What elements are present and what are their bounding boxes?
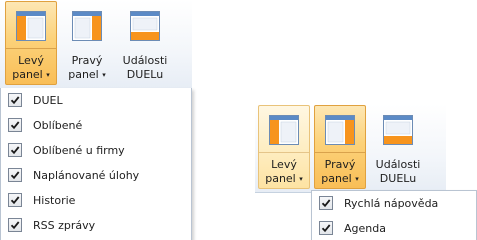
right-panel-icon	[325, 115, 355, 145]
right-panel-button[interactable]: Pravý panel ▾	[314, 105, 366, 189]
menu-item-label: Naplánované úlohy	[33, 169, 140, 182]
checkmark-icon	[10, 221, 20, 230]
left-panel-icon	[269, 115, 299, 145]
checkbox[interactable]	[8, 218, 22, 232]
left-panel-label-line1: Levý	[271, 158, 297, 171]
ribbon-panel-group: Levý panel ▾ Pravý panel ▾ Události DUEL…	[255, 104, 446, 193]
checkmark-icon	[10, 196, 20, 205]
checkbox[interactable]	[8, 193, 22, 207]
split-separator	[259, 152, 309, 153]
menu-item-label: Oblíbené	[33, 119, 83, 132]
events-panel-icon	[130, 11, 160, 41]
left-panel-label-line2[interactable]: panel ▾	[6, 68, 56, 82]
right-panel-label-line2-text: panel	[68, 68, 99, 81]
menu-item-duel[interactable]: DUEL	[1, 88, 191, 113]
split-separator	[315, 152, 365, 153]
menu-item-label: Oblíbené u firmy	[33, 144, 125, 157]
dropdown-arrow-icon: ▾	[355, 175, 359, 183]
menu-item-scheduled-tasks[interactable]: Naplánované úlohy	[1, 163, 191, 188]
checkmark-icon	[10, 121, 20, 130]
checkmark-icon	[10, 96, 20, 105]
checkbox[interactable]	[8, 93, 22, 107]
checkbox[interactable]	[8, 168, 22, 182]
menu-item-label: Rychlá nápověda	[344, 197, 439, 210]
duel-events-label-line1: Události	[122, 54, 168, 67]
left-panel-dropdown-menu: DUEL Oblíbené Oblíbené u firmy Naplánova…	[0, 88, 192, 240]
split-separator	[6, 48, 56, 49]
checkmark-icon	[10, 146, 20, 155]
duel-events-label-line2: DUELu	[379, 172, 417, 185]
right-panel-icon	[72, 11, 102, 41]
checkmark-icon	[321, 224, 331, 233]
menu-item-label: Agenda	[344, 222, 386, 235]
menu-item-history[interactable]: Historie	[1, 188, 191, 213]
right-panel-label-line1: Pravý	[71, 54, 103, 67]
checkbox[interactable]	[319, 221, 333, 235]
dropdown-arrow-icon: ▾	[46, 71, 50, 79]
dropdown-arrow-icon: ▾	[299, 175, 303, 183]
duel-events-button[interactable]: Události DUELu	[369, 105, 427, 189]
checkmark-icon	[321, 199, 331, 208]
right-panel-label-line1: Pravý	[324, 158, 356, 171]
right-panel-button[interactable]: Pravý panel ▾	[61, 1, 113, 85]
duel-events-button[interactable]: Události DUELu	[116, 1, 174, 85]
checkbox[interactable]	[319, 196, 333, 210]
right-panel-label-line2[interactable]: panel ▾	[315, 172, 365, 186]
dropdown-arrow-icon: ▾	[102, 71, 106, 79]
left-panel-label-line2[interactable]: panel ▾	[259, 172, 309, 186]
ribbon-panel-group: Levý panel ▾ Pravý panel ▾ Události DUEL…	[0, 0, 192, 89]
checkbox[interactable]	[8, 143, 22, 157]
menu-item-company-favorites[interactable]: Oblíbené u firmy	[1, 138, 191, 163]
left-panel-label-line2-text: panel	[12, 68, 43, 81]
menu-item-quick-help[interactable]: Rychlá nápověda	[312, 191, 476, 216]
menu-item-agenda[interactable]: Agenda	[312, 216, 476, 240]
left-panel-label-line2-text: panel	[265, 172, 296, 185]
menu-item-label: DUEL	[33, 94, 63, 107]
duel-events-label-line1: Události	[375, 158, 421, 171]
right-panel-label-line2-text: panel	[321, 172, 352, 185]
left-panel-icon	[16, 11, 46, 41]
events-panel-icon	[383, 115, 413, 145]
checkmark-icon	[10, 171, 20, 180]
menu-item-label: Historie	[33, 194, 76, 207]
menu-item-label: RSS zprávy	[33, 219, 96, 232]
left-panel-button[interactable]: Levý panel ▾	[5, 1, 57, 85]
checkbox[interactable]	[8, 118, 22, 132]
menu-item-favorites[interactable]: Oblíbené	[1, 113, 191, 138]
duel-events-label-line2: DUELu	[126, 68, 164, 81]
menu-item-rss-news[interactable]: RSS zprávy	[1, 213, 191, 238]
left-panel-button[interactable]: Levý panel ▾	[258, 105, 310, 189]
left-panel-label-line1: Levý	[18, 54, 44, 67]
right-panel-label-line2[interactable]: panel ▾	[62, 68, 112, 82]
right-panel-dropdown-menu: Rychlá nápověda Agenda	[311, 190, 477, 240]
